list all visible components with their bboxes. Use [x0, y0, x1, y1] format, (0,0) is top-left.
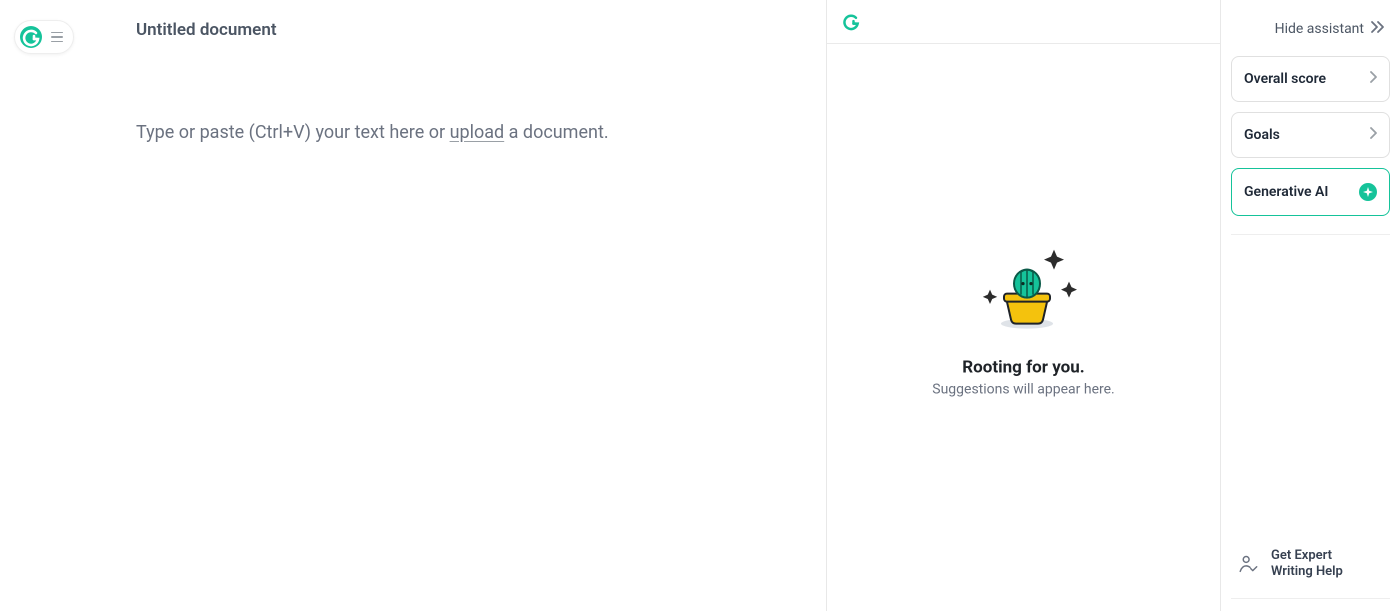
expert-help-label: Get Expert Writing Help — [1271, 548, 1343, 581]
goals-label: Goals — [1244, 127, 1280, 143]
document-title[interactable]: Untitled document — [136, 20, 277, 40]
hide-assistant-label: Hide assistant — [1275, 21, 1364, 37]
app-menu-button[interactable] — [14, 20, 74, 54]
rail-divider-bottom — [1231, 598, 1390, 599]
placeholder-pre: Type or paste (Ctrl+V) your text here or — [136, 122, 450, 143]
suggestions-header — [827, 0, 1220, 44]
upload-link[interactable]: upload — [450, 122, 505, 143]
person-check-icon — [1237, 553, 1259, 575]
overall-score-button[interactable]: Overall score — [1231, 56, 1390, 102]
expert-help-button[interactable]: Get Expert Writing Help — [1231, 538, 1390, 591]
generative-ai-label: Generative AI — [1244, 184, 1328, 200]
goals-button[interactable]: Goals — [1231, 112, 1390, 158]
grammarly-logo-small-icon — [841, 12, 861, 32]
placeholder-post: a document. — [504, 122, 608, 143]
suggestions-pane: Rooting for you. Suggestions will appear… — [826, 0, 1220, 611]
hamburger-icon — [51, 32, 63, 43]
assistant-rail: Hide assistant Overall score Goals Gener… — [1220, 0, 1400, 611]
editor-pane: Untitled document Type or paste (Ctrl+V)… — [0, 0, 826, 611]
overall-score-label: Overall score — [1244, 71, 1326, 87]
ai-sparkle-icon — [1359, 183, 1377, 201]
grammarly-logo-icon — [19, 25, 43, 49]
editor-placeholder[interactable]: Type or paste (Ctrl+V) your text here or… — [136, 122, 609, 143]
hide-assistant-button[interactable]: Hide assistant — [1231, 10, 1390, 56]
empty-title: Rooting for you. — [894, 357, 1154, 377]
chevron-right-icon — [1369, 127, 1377, 143]
generative-ai-button[interactable]: Generative AI — [1231, 168, 1390, 216]
cactus-illustration-icon — [964, 239, 1084, 339]
empty-subtitle: Suggestions will appear here. — [894, 381, 1154, 397]
suggestions-empty-state: Rooting for you. Suggestions will appear… — [894, 239, 1154, 397]
double-chevron-right-icon — [1370, 20, 1386, 38]
chevron-right-icon — [1369, 71, 1377, 87]
